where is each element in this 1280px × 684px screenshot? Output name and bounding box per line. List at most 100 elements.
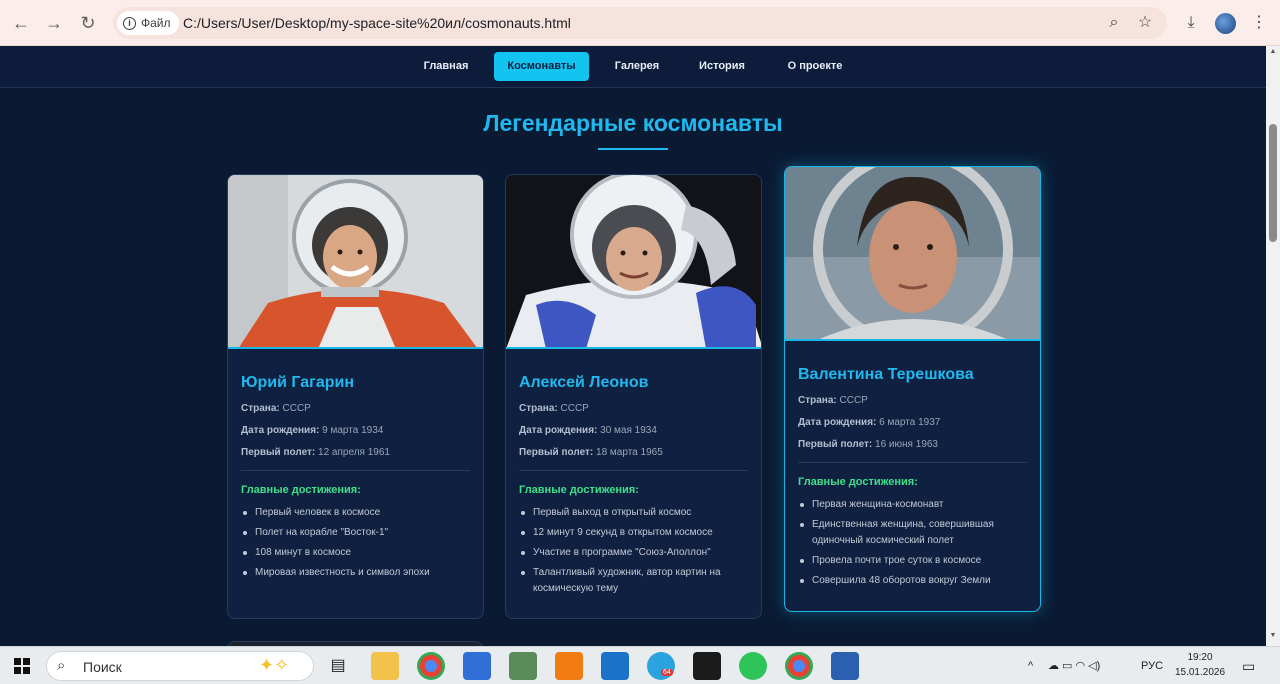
nav-gallery[interactable]: Галерея <box>603 52 671 81</box>
page-title: Легендарные космонавты <box>483 110 783 136</box>
taskbar-clock[interactable]: 19:20 15.01.2026 <box>1168 650 1232 680</box>
profile-avatar[interactable] <box>1215 13 1236 34</box>
list-item: Мировая известность и символ эпохи <box>241 565 470 581</box>
taskbar: ⌕ Поиск ✦✧ ▤ 64 ^ ☁ ▭ ◠ ◁) РУС 19:20 15.… <box>0 646 1280 684</box>
first-flight-field: Первый полет: 12 апреля 1961 <box>241 447 470 460</box>
forward-arrow-icon[interactable]: → <box>43 12 65 34</box>
list-item: 12 минут 9 секунд в открытом космосе <box>519 525 748 541</box>
country-field: Страна: СССР <box>519 403 748 416</box>
list-item: Единственная женщина, совершившая одиноч… <box>798 517 1027 549</box>
site-info-chip[interactable]: i Файл <box>117 11 179 35</box>
cosmonaut-card-leonov[interactable]: Алексей Леонов Страна: СССР Дата рождени… <box>505 174 762 619</box>
back-arrow-icon[interactable]: ← <box>10 12 32 34</box>
nav-history[interactable]: История <box>687 52 757 81</box>
field-value: 6 марта 1937 <box>879 417 941 428</box>
list-item: Первый человек в космосе <box>241 505 470 521</box>
chrome-active-icon[interactable] <box>785 652 813 680</box>
cosmonaut-name: Алексей Леонов <box>519 374 649 391</box>
clock-date: 15.01.2026 <box>1174 667 1226 678</box>
telegram-badge: 64 <box>661 669 673 676</box>
country-field: Страна: СССР <box>798 395 1027 408</box>
sparkle-icon: ✦✧ <box>259 655 290 675</box>
field-label: Первый полет: <box>798 439 873 450</box>
task-view-icon[interactable]: ▤ <box>324 652 352 680</box>
birth-field: Дата рождения: 9 марта 1934 <box>241 425 470 438</box>
scroll-up-icon[interactable]: ▲ <box>1269 48 1277 55</box>
field-value: СССР <box>839 395 868 406</box>
app-icon[interactable] <box>509 652 537 680</box>
word-icon[interactable] <box>831 652 859 680</box>
tray-icons[interactable]: ☁ ▭ ◠ ◁) <box>1048 647 1100 684</box>
browser-toolbar: ← → ↻ i Файл C:/Users/User/Desktop/my-sp… <box>0 0 1280 46</box>
bookmark-star-icon[interactable]: ☆ <box>1135 13 1155 33</box>
list-item: Провела почти трое суток в космосе <box>798 553 1027 569</box>
achievements-title: Главные достижения: <box>519 484 639 496</box>
field-value: 12 апреля 1961 <box>318 447 390 458</box>
page-scrollbar[interactable]: ▲ ▼ <box>1266 46 1280 646</box>
cosmonaut-photo <box>506 175 761 349</box>
main-content: Легендарные космонавты Юрий Гагарин Стра… <box>0 88 1266 646</box>
chrome-icon[interactable] <box>417 652 445 680</box>
scroll-down-icon[interactable]: ▼ <box>1269 632 1277 639</box>
field-value: 30 мая 1934 <box>600 425 657 436</box>
field-label: Страна: <box>519 403 558 414</box>
field-value: 9 марта 1934 <box>322 425 384 436</box>
app-dark-icon[interactable] <box>693 652 721 680</box>
divider <box>519 470 748 471</box>
list-item: Полет на корабле "Восток-1" <box>241 525 470 541</box>
search-placeholder: Поиск <box>83 659 122 675</box>
file-explorer-icon[interactable] <box>371 652 399 680</box>
field-value: СССР <box>560 403 589 414</box>
list-item: Талантливый художник, автор картин на ко… <box>519 565 748 597</box>
first-flight-field: Первый полет: 18 марта 1965 <box>519 447 748 460</box>
cosmonaut-name: Валентина Терешкова <box>798 366 974 383</box>
nav-cosmonauts[interactable]: Космонавты <box>494 52 589 81</box>
divider <box>241 470 470 471</box>
achievements-title: Главные достижения: <box>798 476 918 488</box>
windows-start-icon[interactable] <box>8 652 36 680</box>
store-icon[interactable] <box>463 652 491 680</box>
country-field: Страна: СССР <box>241 403 470 416</box>
info-icon: i <box>123 16 136 30</box>
menu-dots-icon[interactable]: ⋮ <box>1248 12 1270 34</box>
telegram-icon[interactable]: 64 <box>647 652 675 680</box>
list-item: 108 минут в космосе <box>241 545 470 561</box>
list-item: Первый выход в открытый космос <box>519 505 748 521</box>
cosmonaut-card-tereshkova[interactable]: Валентина Терешкова Страна: СССР Дата ро… <box>784 166 1041 612</box>
site-navigation: Главная Космонавты Галерея История О про… <box>0 46 1266 88</box>
field-label: Первый полет: <box>241 447 316 458</box>
download-icon[interactable]: ⤓ <box>1180 12 1202 34</box>
nav-home[interactable]: Главная <box>411 52 481 81</box>
scrollbar-thumb[interactable] <box>1269 124 1277 242</box>
url-text[interactable]: C:/Users/User/Desktop/my-space-site%20ил… <box>183 7 571 39</box>
achievements-title: Главные достижения: <box>241 484 361 496</box>
nav-about[interactable]: О проекте <box>774 52 856 81</box>
achievements-list: Первая женщина-космонавт Единственная же… <box>798 497 1027 589</box>
achievements-list: Первый выход в открытый космос 12 минут … <box>519 505 748 597</box>
field-label: Страна: <box>241 403 280 414</box>
tray-chevron-icon[interactable]: ^ <box>1028 647 1033 684</box>
whatsapp-icon[interactable] <box>739 652 767 680</box>
list-item: Участие в программе "Союз-Аполлон" <box>519 545 748 561</box>
zoom-icon[interactable]: ⌕ <box>1104 13 1124 33</box>
language-indicator[interactable]: РУС <box>1141 647 1163 684</box>
notification-icon[interactable]: ▭ <box>1242 647 1255 684</box>
cosmonaut-photo <box>228 175 483 349</box>
field-label: Дата рождения: <box>798 417 877 428</box>
field-label: Дата рождения: <box>241 425 320 436</box>
list-item: Первая женщина-космонавт <box>798 497 1027 513</box>
title-underline <box>598 148 668 150</box>
address-bar[interactable]: i Файл C:/Users/User/Desktop/my-space-si… <box>113 7 1167 39</box>
list-item: Совершила 48 оборотов вокруг Земли <box>798 573 1027 589</box>
sublime-icon[interactable] <box>555 652 583 680</box>
reload-icon[interactable]: ↻ <box>77 12 99 34</box>
achievements-list: Первый человек в космосе Полет на корабл… <box>241 505 470 581</box>
divider <box>798 462 1027 463</box>
taskbar-search[interactable]: ⌕ Поиск ✦✧ <box>46 651 314 681</box>
outlook-icon[interactable] <box>601 652 629 680</box>
field-value: СССР <box>282 403 311 414</box>
cosmonaut-card-gagarin[interactable]: Юрий Гагарин Страна: СССР Дата рождения:… <box>227 174 484 619</box>
field-label: Страна: <box>798 395 837 406</box>
cosmonaut-photo <box>785 167 1040 341</box>
search-icon: ⌕ <box>57 657 66 674</box>
